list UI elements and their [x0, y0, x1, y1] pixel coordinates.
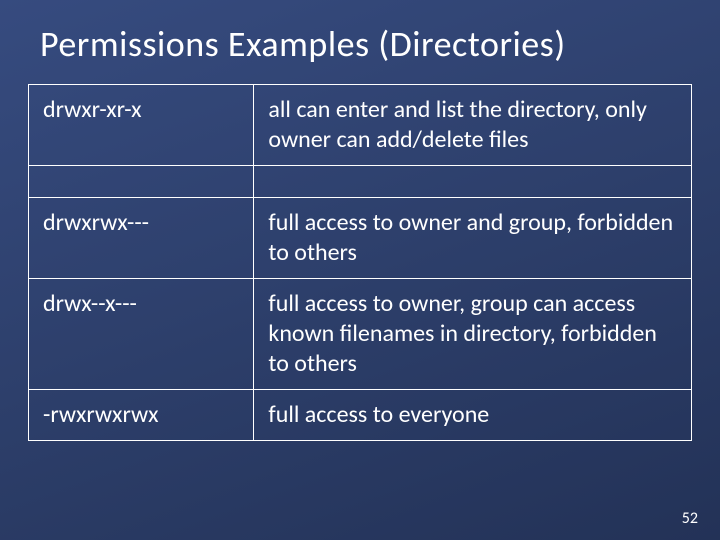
spacer-cell [254, 166, 692, 198]
table-row: drwxr-xr-x all can enter and list the di… [29, 85, 692, 166]
permission-string: drwx--x--- [29, 279, 254, 390]
permission-description: full access to owner, group can access k… [254, 279, 692, 390]
permissions-table-wrap: drwxr-xr-x all can enter and list the di… [0, 84, 720, 441]
table-row: -rwxrwxrwx full access to everyone [29, 390, 692, 441]
spacer-cell [29, 166, 254, 198]
table-row: drwxrwx--- full access to owner and grou… [29, 198, 692, 279]
spacer-row [29, 166, 692, 198]
permission-description: all can enter and list the directory, on… [254, 85, 692, 166]
permission-string: -rwxrwxrwx [29, 390, 254, 441]
permission-description: full access to everyone [254, 390, 692, 441]
permission-string: drwxr-xr-x [29, 85, 254, 166]
permissions-table: drwxr-xr-x all can enter and list the di… [28, 84, 692, 441]
slide-number: 52 [682, 509, 698, 528]
slide-title: Permissions Examples (Directories) [0, 0, 720, 84]
permission-string: drwxrwx--- [29, 198, 254, 279]
permission-description: full access to owner and group, forbidde… [254, 198, 692, 279]
table-row: drwx--x--- full access to owner, group c… [29, 279, 692, 390]
